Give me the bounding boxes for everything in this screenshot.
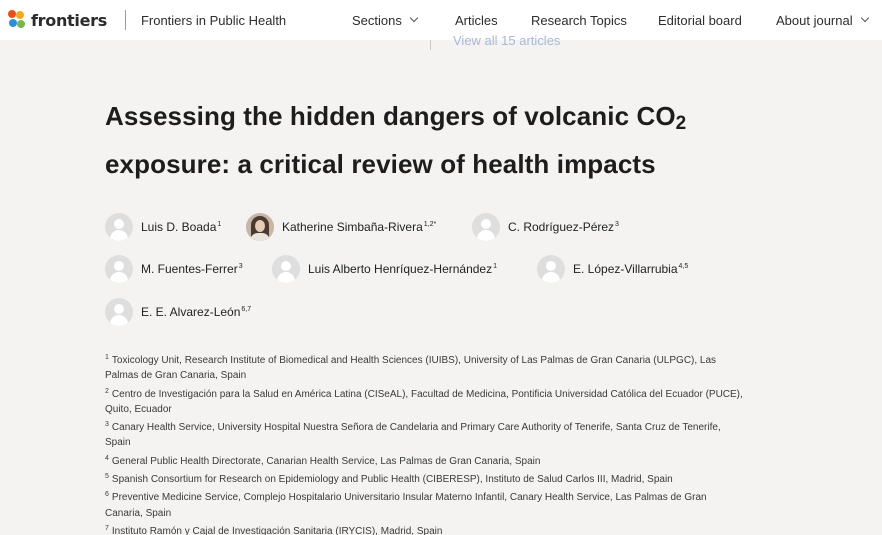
- logo-dot-icon: [8, 10, 16, 18]
- nav-editorial-board[interactable]: Editorial board: [658, 0, 742, 40]
- nav-editorial-board-label: Editorial board: [658, 12, 742, 28]
- author-item[interactable]: C. Rodríguez-Pérez3: [472, 212, 619, 242]
- affiliation-item: 7 Instituto Ramón y Cajal de Investigació…: [105, 524, 443, 535]
- affiliations-list: 1 Toxicology Unit, Research Institute of …: [105, 350, 745, 535]
- author-item[interactable]: Luis D. Boada1: [105, 212, 221, 242]
- title-line-2: exposure: a critical review of health im…: [105, 149, 656, 179]
- author-photo: [246, 213, 274, 241]
- author-name: Katherine Simbaña-Rivera1,2*: [282, 220, 437, 234]
- affiliation-item: 4 General Public Health Directorate, Cana…: [105, 454, 541, 467]
- nav-sections[interactable]: Sections: [352, 0, 419, 40]
- affiliation-item: 1 Toxicology Unit, Research Institute of …: [105, 354, 717, 382]
- author-item[interactable]: Katherine Simbaña-Rivera1,2*: [246, 212, 436, 242]
- nav-articles-label: Articles: [455, 12, 498, 28]
- avatar-placeholder-icon: [105, 298, 133, 326]
- title-subscript: 2: [675, 113, 687, 134]
- author-name: Luis D. Boada1: [141, 220, 222, 234]
- logo-dot-icon: [9, 19, 17, 27]
- nav-research-topics-label: Research Topics: [531, 12, 627, 28]
- author-name: E. E. Alvarez-León6,7: [141, 305, 252, 319]
- logo-text: frontiers: [31, 10, 107, 30]
- avatar-placeholder-icon: [537, 255, 565, 283]
- article-title: Assessing the hidden dangers of volcanic…: [105, 96, 805, 184]
- avatar-placeholder-icon: [472, 213, 500, 241]
- affiliation-item: 3 Canary Health Service, University Hospi…: [105, 421, 721, 449]
- affiliation-item: 5 Spanish Consortium for Research on Epid…: [105, 473, 673, 486]
- author-item[interactable]: E. López-Villarrubia4,5: [537, 254, 688, 284]
- author-item[interactable]: E. E. Alvarez-León6,7: [105, 297, 251, 327]
- author-name: C. Rodríguez-Pérez3: [508, 220, 619, 234]
- avatar-placeholder-icon: [105, 255, 133, 283]
- author-item[interactable]: Luis Alberto Henríquez-Hernández1: [272, 254, 497, 284]
- nav-about-journal-label: About journal: [776, 12, 853, 28]
- avatar-placeholder-icon: [105, 213, 133, 241]
- title-line-1: Assessing the hidden dangers of volcanic…: [105, 101, 676, 131]
- logo-dot-icon: [17, 20, 25, 28]
- avatar-placeholder-icon: [272, 255, 300, 283]
- view-all-articles-link[interactable]: View all 15 articles: [453, 33, 560, 47]
- chevron-down-icon: [860, 13, 869, 23]
- nav-about-journal[interactable]: About journal: [776, 0, 869, 40]
- author-item[interactable]: M. Fuentes-Ferrer3: [105, 254, 243, 284]
- frontiers-logo-icon: [8, 10, 28, 30]
- logo-dot-icon: [16, 11, 24, 19]
- affiliation-item: 6 Preventive Medicine Service, Complejo H…: [105, 491, 707, 519]
- section-divider-line: [430, 40, 431, 50]
- chevron-down-icon: [409, 13, 419, 23]
- author-name: M. Fuentes-Ferrer3: [141, 262, 243, 276]
- frontiers-logo[interactable]: frontiers: [8, 0, 107, 40]
- header-divider: [124, 10, 126, 30]
- nav-sections-label: Sections: [352, 12, 402, 28]
- affiliation-item: 2 Centro de Investigación para la Salud e…: [105, 387, 743, 415]
- journal-name-link[interactable]: Frontiers in Public Health: [141, 13, 286, 28]
- author-name: Luis Alberto Henríquez-Hernández1: [308, 262, 498, 276]
- author-name: E. López-Villarrubia4,5: [573, 262, 689, 276]
- top-navigation-bar: frontiers Frontiers in Public Health Sec…: [0, 0, 882, 40]
